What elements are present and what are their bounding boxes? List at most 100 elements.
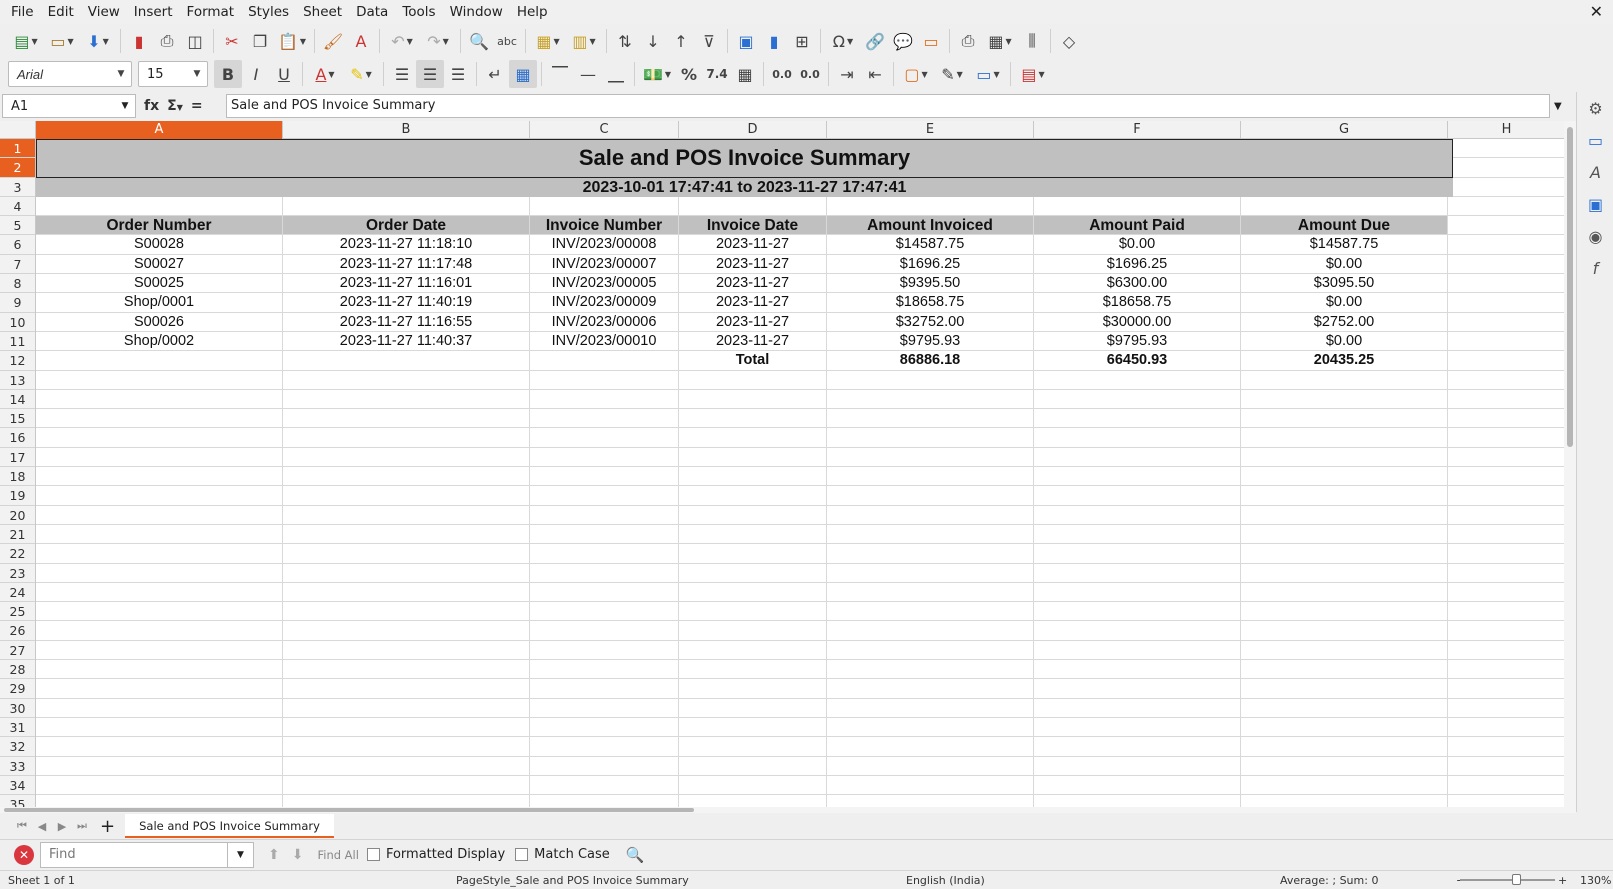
cell[interactable]: $0.00 [1241, 331, 1448, 351]
cell[interactable]: $30000.00 [1034, 312, 1241, 331]
cell[interactable] [1241, 409, 1448, 428]
cell[interactable]: 2023-11-27 11:16:01 [283, 274, 530, 293]
cell[interactable] [1241, 467, 1448, 486]
cell[interactable]: 2023-11-27 11:40:19 [283, 293, 530, 312]
cell[interactable] [1448, 235, 1566, 254]
row-header[interactable]: 14 [0, 390, 35, 410]
cell[interactable] [1034, 775, 1241, 795]
column-header-b[interactable]: B [283, 121, 530, 139]
cell[interactable] [1448, 640, 1566, 660]
cell[interactable] [283, 370, 530, 389]
total-value[interactable]: 20435.25 [1241, 351, 1448, 370]
highlighting-color-icon[interactable]: ✎ ▼ [343, 60, 379, 88]
export-pdf-icon[interactable]: ▮ [125, 27, 153, 55]
cell[interactable] [36, 428, 283, 447]
cell[interactable] [283, 544, 530, 563]
cell[interactable] [36, 679, 283, 698]
cell[interactable] [1034, 447, 1241, 467]
cell[interactable] [679, 679, 827, 698]
cell[interactable] [283, 660, 530, 679]
special-character-icon[interactable]: Ω ▼ [825, 27, 861, 55]
cell[interactable] [36, 756, 283, 775]
italic-button[interactable]: I [242, 60, 270, 88]
cell[interactable] [1448, 544, 1566, 563]
cell[interactable] [1034, 544, 1241, 563]
cell[interactable] [1448, 737, 1566, 756]
show-draw-functions-icon[interactable]: ◇ [1055, 27, 1083, 55]
cell[interactable] [1241, 196, 1448, 216]
delete-decimal-icon[interactable]: 0.0 [796, 60, 824, 88]
new-document-icon[interactable]: ▤ ▼ [8, 27, 44, 55]
cell[interactable] [1034, 660, 1241, 679]
row-header[interactable]: 6 [0, 235, 35, 255]
cell[interactable] [679, 795, 827, 807]
cell[interactable] [827, 409, 1034, 428]
row-header[interactable]: 5 [0, 216, 35, 236]
cell[interactable] [283, 409, 530, 428]
cell[interactable]: $9795.93 [1034, 331, 1241, 351]
cell[interactable] [530, 640, 679, 660]
formula-input[interactable]: Sale and POS Invoice Summary [226, 94, 1550, 118]
row-header[interactable]: 35 [0, 795, 35, 807]
merge-center-icon[interactable]: ▦ [509, 60, 537, 88]
cell[interactable] [679, 640, 827, 660]
column-icon[interactable]: ▥ ▼ [566, 27, 602, 55]
navigator-icon[interactable]: ◉ [1577, 220, 1613, 252]
cell[interactable] [283, 717, 530, 737]
chevron-down-icon[interactable]: ▼ [187, 69, 207, 79]
report-title[interactable]: Sale and POS Invoice Summary [36, 139, 1453, 178]
column-title-cell[interactable]: Amount Paid [1034, 216, 1241, 235]
wrap-text-icon[interactable]: ↵ [481, 60, 509, 88]
row-header[interactable]: 24 [0, 583, 35, 603]
cell[interactable] [1034, 524, 1241, 544]
row-header[interactable]: 29 [0, 679, 35, 699]
percent-format-icon[interactable]: % [675, 60, 703, 88]
cell[interactable] [36, 196, 283, 216]
selection-summary[interactable]: Average: ; Sum: 0 [1280, 874, 1378, 887]
cell[interactable]: $0.00 [1241, 254, 1448, 274]
cell[interactable] [530, 737, 679, 756]
previous-sheet-icon[interactable]: ◀ [32, 820, 52, 833]
zoom-slider-knob[interactable] [1512, 874, 1521, 885]
chevron-down-icon[interactable]: ▼ [111, 69, 131, 79]
cell[interactable]: 2023-11-27 [679, 293, 827, 312]
menu-edit[interactable]: Edit [41, 0, 81, 24]
cell[interactable] [283, 467, 530, 486]
cell[interactable]: $2752.00 [1241, 312, 1448, 331]
cell[interactable] [827, 621, 1034, 640]
cell[interactable]: 2023-11-27 [679, 312, 827, 331]
cell[interactable] [530, 679, 679, 698]
sort-ascending-icon[interactable]: ↓ [639, 27, 667, 55]
row-header[interactable]: 21 [0, 525, 35, 545]
chevron-down-icon[interactable]: ▼ [115, 101, 135, 111]
cut-icon[interactable]: ✂ [218, 27, 246, 55]
row-header[interactable]: 27 [0, 641, 35, 661]
cell[interactable] [827, 698, 1034, 717]
cell[interactable] [1034, 640, 1241, 660]
number-format-icon[interactable]: 7.4 [703, 60, 731, 88]
cell[interactable] [827, 428, 1034, 447]
cell[interactable] [1448, 582, 1566, 602]
insert-image-icon[interactable]: ▣ [732, 27, 760, 55]
cell[interactable]: $1696.25 [827, 254, 1034, 274]
cell[interactable]: INV/2023/00008 [530, 235, 679, 254]
column-title-cell[interactable]: Order Date [283, 216, 530, 235]
report-date-range[interactable]: 2023-10-01 17:47:41 to 2023-11-27 17:47:… [36, 178, 1453, 198]
cell[interactable] [679, 447, 827, 467]
row-header[interactable]: 34 [0, 776, 35, 796]
row-header[interactable]: 16 [0, 428, 35, 448]
cell[interactable] [283, 621, 530, 640]
cell[interactable] [530, 621, 679, 640]
find-previous-icon[interactable]: ⬆ [268, 847, 280, 863]
cell[interactable]: 2023-11-27 11:17:48 [283, 254, 530, 274]
cell[interactable] [1034, 409, 1241, 428]
cell[interactable] [283, 447, 530, 467]
row-header[interactable]: 20 [0, 506, 35, 525]
row-header[interactable]: 26 [0, 621, 35, 641]
cell[interactable] [827, 717, 1034, 737]
cell[interactable] [36, 409, 283, 428]
cell[interactable] [36, 775, 283, 795]
date-format-icon[interactable]: ▦ [731, 60, 759, 88]
cell[interactable] [1448, 351, 1566, 370]
align-top-icon[interactable]: ⎺ [546, 60, 574, 88]
